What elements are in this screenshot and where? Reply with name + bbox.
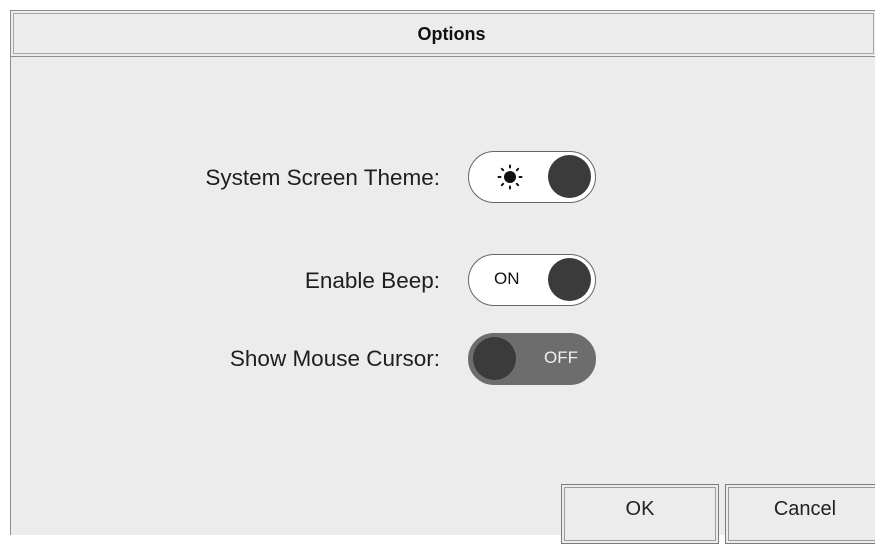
- ok-button-label: OK: [625, 498, 655, 520]
- theme-label: System Screen Theme:: [205, 165, 440, 190]
- cancel-button[interactable]: Cancel: [725, 484, 875, 544]
- theme-toggle-knob: [548, 155, 591, 198]
- cancel-button-label: Cancel: [773, 498, 837, 520]
- cursor-toggle-state: OFF: [544, 348, 578, 367]
- ok-button[interactable]: OK: [561, 484, 719, 544]
- options-dialog: Options System Screen Theme: Enable Beep…: [10, 10, 875, 544]
- dialog-title: Options: [417, 24, 486, 44]
- beep-toggle[interactable]: ON: [468, 254, 596, 306]
- cursor-toggle[interactable]: OFF: [468, 333, 596, 385]
- sun-icon: [497, 164, 523, 190]
- cursor-label: Show Mouse Cursor:: [229, 346, 440, 371]
- beep-label: Enable Beep:: [304, 268, 440, 293]
- dialog-titlebar: Options: [11, 11, 875, 57]
- beep-toggle-knob: [548, 258, 591, 301]
- beep-toggle-state: ON: [494, 269, 520, 288]
- theme-toggle[interactable]: [468, 151, 596, 203]
- cursor-toggle-knob: [473, 337, 516, 380]
